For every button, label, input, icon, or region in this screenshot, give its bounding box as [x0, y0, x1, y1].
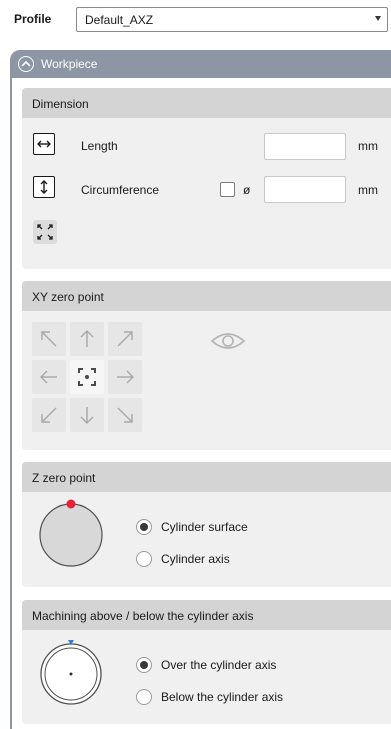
cylinder-axis-diagram: [36, 636, 106, 706]
length-icon: [33, 133, 55, 155]
machining-title: Machining above / below the cylinder axi…: [32, 609, 254, 623]
xy-top-right-button[interactable]: [108, 322, 142, 356]
profile-dropdown[interactable]: Default_AXZ: [76, 7, 388, 32]
length-input[interactable]: [264, 133, 346, 160]
expand-icon[interactable]: [33, 220, 57, 244]
xy-bottom-right-button[interactable]: [108, 398, 142, 432]
cylinder-axis-radio[interactable]: [136, 551, 152, 567]
xy-bottom-left-button[interactable]: [32, 398, 66, 432]
xy-right-button[interactable]: [108, 360, 142, 394]
cylinder-surface-label: Cylinder surface: [161, 520, 248, 534]
length-label: Length: [81, 139, 118, 153]
circumference-unit: mm: [358, 183, 378, 197]
profile-dropdown-value: Default_AXZ: [85, 13, 154, 27]
dimension-header: Dimension: [22, 88, 391, 118]
z-zero-header: Z zero point: [22, 462, 391, 492]
workpiece-panel: Workpiece Dimension Length mm Circumfere…: [10, 50, 391, 729]
z-zero-group: Z zero point Cylinder surface Cylinder a…: [22, 462, 391, 587]
below-axis-radio[interactable]: [136, 689, 152, 705]
workpiece-title: Workpiece: [41, 57, 98, 71]
over-axis-radio[interactable]: [136, 657, 152, 673]
z-zero-title: Z zero point: [32, 471, 96, 485]
xy-top-left-button[interactable]: [32, 322, 66, 356]
workpiece-header[interactable]: Workpiece: [12, 50, 391, 78]
chevron-down-icon: [375, 16, 381, 21]
cylinder-surface-radio[interactable]: [136, 519, 152, 535]
xy-zero-header: XY zero point: [22, 281, 391, 311]
over-axis-label: Over the cylinder axis: [161, 658, 277, 672]
xy-bottom-button[interactable]: [70, 398, 104, 432]
circumference-label: Circumference: [81, 183, 160, 197]
circumference-icon: [33, 176, 55, 198]
profile-label: Profile: [14, 12, 52, 26]
machining-group: Machining above / below the cylinder axi…: [22, 600, 391, 724]
dimension-title: Dimension: [32, 97, 89, 111]
profile-row: Profile Default_AXZ: [0, 0, 391, 44]
diameter-checkbox[interactable]: [220, 182, 235, 197]
xy-center-button[interactable]: [70, 360, 104, 394]
xy-zero-group: XY zero point: [22, 281, 391, 450]
circumference-input[interactable]: [264, 176, 346, 203]
xy-zero-title: XY zero point: [32, 290, 104, 304]
xy-top-button[interactable]: [70, 322, 104, 356]
diameter-symbol: ø: [243, 183, 251, 197]
collapse-icon[interactable]: [18, 56, 34, 72]
below-axis-label: Below the cylinder axis: [161, 690, 284, 704]
xy-left-button[interactable]: [32, 360, 66, 394]
length-unit: mm: [358, 139, 378, 153]
eye-icon[interactable]: [210, 329, 246, 353]
machining-header: Machining above / below the cylinder axi…: [22, 600, 391, 630]
cylinder-axis-label: Cylinder axis: [161, 552, 230, 566]
cylinder-surface-diagram: [36, 498, 106, 568]
dimension-group: Dimension Length mm Circumference ø mm: [22, 88, 391, 269]
